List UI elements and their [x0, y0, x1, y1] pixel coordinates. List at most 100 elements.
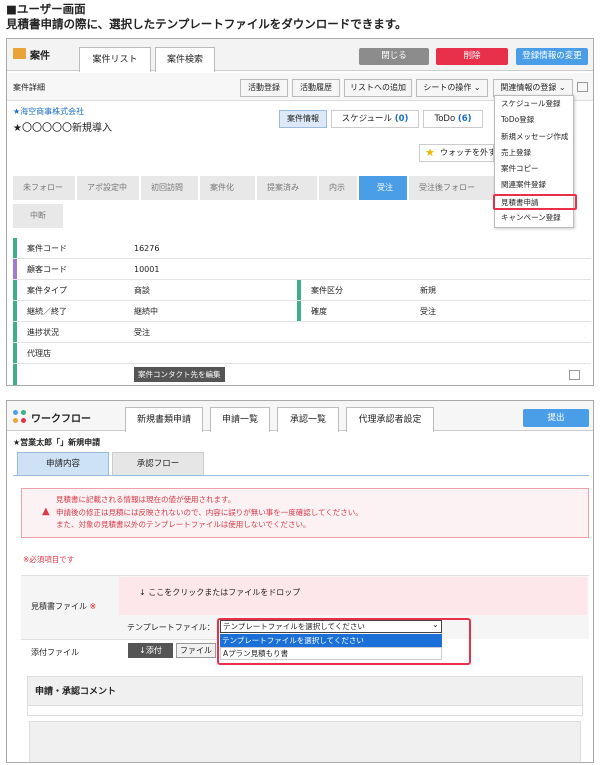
page-title: ■ユーザー画面 — [6, 2, 86, 16]
field-value: 16276 — [134, 244, 160, 253]
field-bar — [13, 343, 17, 363]
field-row: 進捗状況 受注 — [13, 322, 591, 343]
field-value: 受注 — [134, 328, 150, 337]
field-label: 確度 — [311, 307, 327, 316]
step-case-creation[interactable]: 案件化 — [200, 176, 255, 200]
template-option-default[interactable]: テンプレートファイルを選択してください — [220, 634, 442, 647]
window-icon[interactable] — [577, 82, 588, 92]
menu-item-sales[interactable]: 売上登録 — [495, 145, 573, 161]
step-after-follow[interactable]: 受注後フォロー — [409, 176, 494, 200]
field-value: 商談 — [134, 286, 150, 295]
chevron-down-icon: ⌄ — [432, 620, 439, 629]
case-name: ★〇〇〇〇〇新規導入 — [13, 123, 112, 134]
field-bar — [13, 301, 17, 321]
tab-request-content[interactable]: 申請内容 — [17, 452, 109, 476]
comment-input[interactable] — [29, 721, 581, 762]
attach-button[interactable]: ↓添付 — [128, 643, 173, 658]
tab-request-list[interactable]: 申請一覧 — [210, 407, 270, 432]
field-label: 案件コード — [27, 244, 67, 253]
menu-item-related-case[interactable]: 関連案件登録 — [495, 177, 573, 193]
tab-case-list[interactable]: 案件リスト — [79, 47, 151, 72]
step-informal[interactable]: 内示 — [319, 176, 357, 200]
case-screen: 案件 案件リスト 案件検索 閉じる 削除 登録情報の変更 案件詳細 活動登録 活… — [6, 38, 594, 386]
menu-item-estimate-request[interactable]: 見積書申請 — [493, 193, 577, 211]
tab-todo[interactable]: ToDo (6) — [423, 110, 483, 128]
menu-item-schedule[interactable]: スケジュール登録 — [495, 96, 573, 112]
drop-text: ↓ ここをクリックまたはファイルをドロップ — [139, 588, 301, 597]
field-value: 10001 — [134, 265, 160, 274]
field-value: 受注 — [420, 307, 436, 316]
change-registration-button[interactable]: 登録情報の変更 — [516, 48, 588, 65]
file-button[interactable]: ファイル — [176, 643, 216, 658]
step-not-followed[interactable]: 未フォロー — [13, 176, 75, 200]
step-order-received[interactable]: 受注 — [359, 176, 407, 200]
field-bar — [13, 280, 17, 300]
field-row: 顧客コード 10001 — [13, 259, 591, 280]
tab-case-search[interactable]: 案件検索 — [155, 47, 215, 72]
edit-contact-button[interactable]: 案件コンタクト先を編集 — [134, 367, 225, 382]
step-interrupted[interactable]: 中断 — [13, 204, 63, 228]
watch-button[interactable]: ★ ウォッチを外す — [419, 144, 494, 162]
field-label: 代理店 — [27, 349, 51, 358]
field-bar — [13, 322, 17, 342]
required-mark: ※ — [89, 602, 97, 611]
field-bar — [13, 238, 17, 258]
workflow-screen: ワークフロー 新規書類申請 申請一覧 承認一覧 代理承認者設定 提出 ★営業太郎… — [6, 400, 594, 763]
field-label: 進捗状況 — [27, 328, 59, 337]
menu-item-message[interactable]: 新規メッセージ作成 — [495, 129, 573, 145]
field-bar — [13, 259, 17, 279]
submit-button[interactable]: 提出 — [523, 409, 589, 427]
required-note: ※必須項目です — [23, 555, 75, 564]
page-subtitle: 見積書申請の際に、選択したテンプレートファイルをダウンロードできます。 — [6, 17, 407, 31]
tab-approval-flow[interactable]: 承認フロー — [112, 452, 204, 476]
warning-text: 見積書に記載される情報は現在の値が使用されます。 申請後の修正は見積には反映され… — [56, 494, 363, 532]
tab-proxy-approver[interactable]: 代理承認者設定 — [346, 407, 434, 432]
todo-count: (6) — [457, 114, 472, 124]
tab-divider — [13, 475, 589, 476]
detail-label: 案件詳細 — [13, 83, 45, 92]
field-label: 継続／終了 — [27, 307, 67, 316]
company-name[interactable]: ★海空商事株式会社 — [13, 106, 84, 117]
menu-item-campaign[interactable]: キャンペーン登録 — [495, 210, 573, 226]
applicant-title: ★営業太郎「」新規申請 — [13, 438, 101, 447]
menu-item-todo[interactable]: ToDo登録 — [495, 112, 573, 128]
template-option-a-plan[interactable]: Aプラン見積もり書 — [220, 647, 442, 660]
related-info-menu: スケジュール登録 ToDo登録 新規メッセージ作成 売上登録 案件コピー 関連案… — [493, 95, 577, 228]
step-first-visit[interactable]: 初回訪問 — [141, 176, 198, 200]
warning-line: また、対象の見積書以外のテンプレートファイルは使用しないでください。 — [56, 520, 311, 529]
comment-title: 申請・承認コメント — [35, 687, 117, 697]
field-value: 新規 — [420, 286, 436, 295]
tab-todo-label: ToDo — [434, 114, 456, 124]
tab-approval-list[interactable]: 承認一覧 — [277, 407, 339, 432]
tab-schedule-label: スケジュール — [341, 114, 392, 124]
step-proposed[interactable]: 提案済み — [257, 176, 317, 200]
activity-register-button[interactable]: 活動登録 — [240, 79, 288, 97]
template-select[interactable]: テンプレートファイルを選択してください — [220, 620, 442, 633]
window-icon[interactable] — [569, 370, 580, 380]
step-appointment[interactable]: アポ設定中 — [77, 176, 139, 200]
close-button[interactable]: 閉じる — [359, 48, 429, 65]
page-header: ■ユーザー画面 見積書申請の際に、選択したテンプレートファイルをダウンロードでき… — [6, 2, 407, 32]
sheet-operation-button[interactable]: シートの操作 ⌄ — [416, 79, 488, 97]
estimate-label: 見積書ファイル ※ — [31, 601, 96, 612]
add-to-list-button[interactable]: リストへの追加 — [344, 79, 412, 97]
field-row: 継続／終了 継続中 確度 受注 — [13, 301, 591, 322]
activity-history-button[interactable]: 活動履歴 — [292, 79, 340, 97]
field-value: 継続中 — [134, 307, 158, 316]
field-label: 案件タイプ — [27, 286, 67, 295]
workflow-icon — [13, 410, 27, 424]
tab-new-document[interactable]: 新規書類申請 — [125, 407, 203, 432]
watch-label: ウォッチを外す — [440, 148, 494, 157]
estimate-label-text: 見積書ファイル — [31, 602, 87, 611]
delete-button[interactable]: 削除 — [436, 48, 508, 65]
folder-icon — [13, 48, 26, 59]
menu-item-copy[interactable]: 案件コピー — [495, 161, 573, 177]
workflow-app-title: ワークフロー — [31, 414, 91, 425]
warning-line: 申請後の修正は見積には反映されないので、内容に誤りが無い事を一度確認してください… — [56, 507, 363, 517]
comment-gap — [27, 706, 583, 716]
field-label: 顧客コード — [27, 265, 67, 274]
tab-schedule[interactable]: スケジュール (0) — [331, 110, 419, 128]
warning-icon: ▲ — [42, 506, 50, 517]
tab-case-info[interactable]: 案件情報 — [279, 110, 327, 128]
schedule-count: (0) — [394, 114, 409, 124]
